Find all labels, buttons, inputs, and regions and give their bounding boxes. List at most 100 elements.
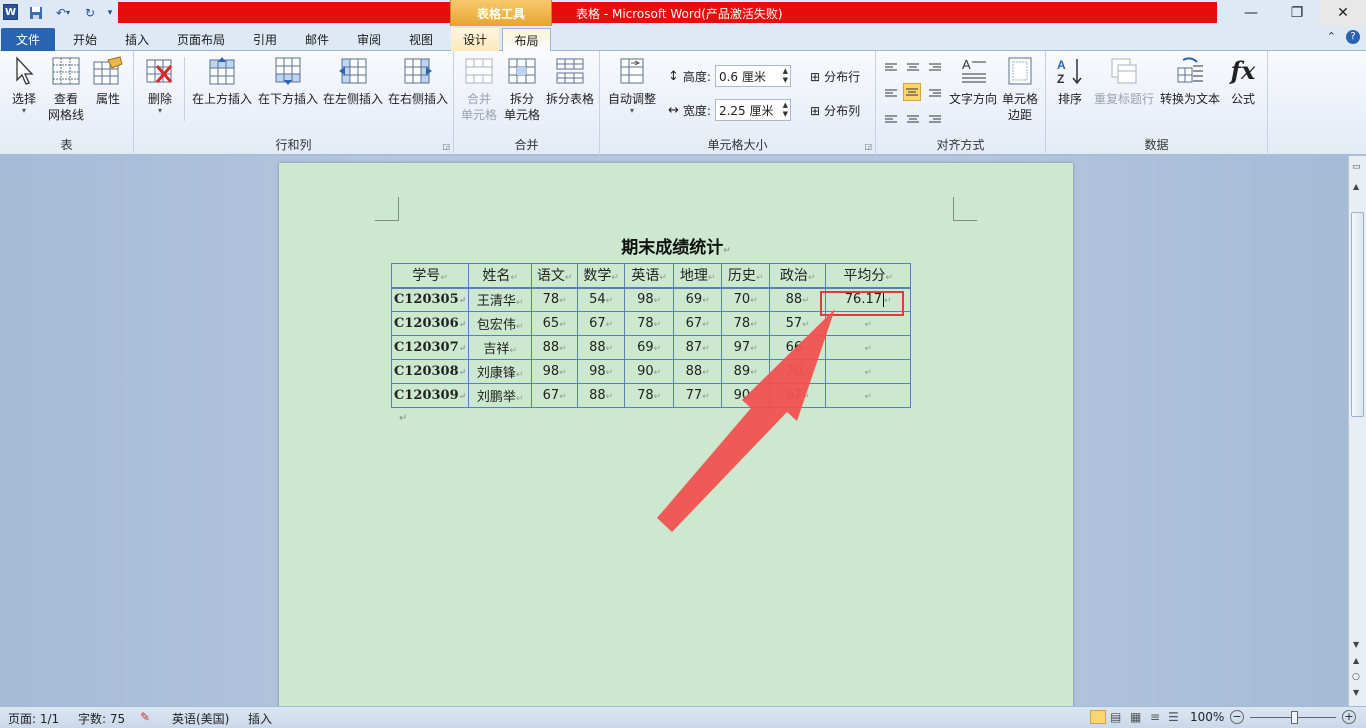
tab-view[interactable]: 视图	[398, 28, 444, 51]
table-cell[interactable]: 98↵	[531, 359, 579, 384]
scroll-thumb[interactable]	[1351, 212, 1364, 417]
table-header-cell[interactable]: 学号↵	[390, 263, 470, 289]
tab-review[interactable]: 审阅	[346, 28, 392, 51]
zoom-in-icon[interactable]: +	[1342, 710, 1356, 724]
table-header-cell[interactable]: 政治↵	[769, 263, 827, 289]
undo-icon[interactable]: ↶ ▾	[50, 3, 76, 22]
proofing-icon[interactable]: ✎	[140, 710, 150, 724]
table-cell[interactable]: 89↵	[721, 359, 771, 384]
tab-mailings[interactable]: 邮件	[294, 28, 340, 51]
table-cell[interactable]: 88↵	[531, 335, 579, 360]
table-cell[interactable]: 78↵	[624, 311, 675, 336]
table-header-cell[interactable]: 英语↵	[624, 263, 675, 289]
table-cell[interactable]: 98↵	[577, 359, 626, 384]
customize-quick-access-icon[interactable]: ▾	[104, 3, 116, 22]
align-middle-center-icon[interactable]	[903, 83, 921, 101]
table-cell[interactable]: 69↵	[624, 335, 675, 360]
align-top-left-icon[interactable]	[882, 59, 900, 77]
table-cell[interactable]: 98↵	[624, 287, 675, 312]
view-gridlines-button[interactable]: 查看 网格线	[46, 55, 86, 123]
table-cell[interactable]: 70↵	[769, 359, 827, 384]
document-title[interactable]: 期末成绩统计↵	[279, 233, 1073, 258]
tab-file[interactable]: 文件	[1, 28, 55, 51]
minimize-ribbon-icon[interactable]: ⌃	[1327, 30, 1336, 44]
outline-view-icon[interactable]: ≡	[1150, 710, 1160, 724]
table-header-cell[interactable]: 平均分↵	[825, 263, 912, 289]
document-page[interactable]: 期末成绩统计↵ 学号↵ 姓名↵ 语文↵ 数学↵ 英语↵ 地理↵ 历史↵ 政治↵ …	[279, 163, 1073, 723]
select-button[interactable]: 选择 ▾	[6, 55, 42, 115]
rows-columns-launcher-icon[interactable]: ◲	[442, 142, 450, 151]
table-header-cell[interactable]: 地理↵	[673, 263, 723, 289]
vertical-scrollbar[interactable]: ▭ ▲ ▼ ▲ ○ ▼	[1348, 156, 1366, 706]
formula-button[interactable]: fx 公式	[1224, 55, 1262, 107]
insert-above-button[interactable]: 在上方插入	[190, 55, 254, 107]
save-icon[interactable]	[26, 3, 46, 22]
table-cell[interactable]: C120305↵	[390, 287, 470, 312]
score-table[interactable]: 学号↵ 姓名↵ 语文↵ 数学↵ 英语↵ 地理↵ 历史↵ 政治↵ 平均分↵ C12…	[390, 263, 912, 408]
split-cells-button[interactable]: 拆分 单元格	[502, 55, 542, 123]
document-area[interactable]: 期末成绩统计↵ 学号↵ 姓名↵ 语文↵ 数学↵ 英语↵ 地理↵ 历史↵ 政治↵ …	[0, 156, 1348, 723]
delete-button[interactable]: 删除 ▾	[142, 55, 178, 115]
close-button[interactable]: ✕	[1320, 0, 1366, 26]
table-cell[interactable]: 57↵	[769, 311, 827, 336]
insert-right-button[interactable]: 在右侧插入	[386, 55, 450, 107]
autofit-button[interactable]: 自动调整 ▾	[604, 55, 660, 115]
tab-layout[interactable]: 布局	[502, 28, 551, 52]
scroll-down-icon[interactable]: ▼	[1353, 640, 1359, 649]
cell-size-launcher-icon[interactable]: ◲	[864, 142, 872, 151]
align-bottom-right-icon[interactable]	[926, 109, 944, 127]
table-header-cell[interactable]: 数学↵	[577, 263, 626, 289]
minimize-button[interactable]: —	[1228, 0, 1274, 26]
table-cell[interactable]: 包宏伟↵	[468, 311, 533, 336]
restore-button[interactable]: ❐	[1274, 0, 1320, 26]
zoom-slider-handle[interactable]	[1291, 711, 1298, 724]
tab-references[interactable]: 引用	[242, 28, 288, 51]
table-cell[interactable]: 65↵	[531, 311, 579, 336]
page-count[interactable]: 页面: 1/1	[8, 710, 59, 727]
insert-below-button[interactable]: 在下方插入	[256, 55, 320, 107]
sort-button[interactable]: AZ 排序	[1052, 55, 1088, 107]
scroll-up-icon[interactable]: ▲	[1353, 182, 1359, 191]
table-cell[interactable]: C120306↵	[390, 311, 470, 336]
print-layout-view-icon[interactable]	[1090, 710, 1106, 724]
table-cell[interactable]: ↵	[825, 359, 912, 384]
repeat-header-rows-button[interactable]: 重复标题行	[1092, 55, 1156, 107]
table-cell[interactable]: 88↵	[673, 359, 723, 384]
merge-cells-button[interactable]: 合并 单元格	[458, 55, 500, 123]
table-cell[interactable]: 吉祥↵	[468, 335, 533, 360]
table-header-cell[interactable]: 历史↵	[721, 263, 771, 289]
web-layout-view-icon[interactable]: ▦	[1130, 710, 1141, 724]
next-page-icon[interactable]: ▼	[1353, 688, 1359, 697]
ruler-toggle-icon[interactable]: ▭	[1352, 162, 1361, 172]
zoom-out-icon[interactable]: −	[1230, 710, 1244, 724]
insert-left-button[interactable]: 在左侧插入	[321, 55, 385, 107]
browse-object-icon[interactable]: ○	[1352, 672, 1360, 682]
column-width-input[interactable]: 2.25 厘米 ▲ ▼	[714, 99, 791, 121]
full-screen-view-icon[interactable]: ▤	[1110, 710, 1121, 724]
align-bottom-left-icon[interactable]	[882, 109, 900, 127]
table-cell[interactable]: 67↵	[769, 383, 827, 408]
table-cell[interactable]: 66↵	[769, 335, 827, 360]
table-cell[interactable]: ↵	[825, 335, 912, 360]
table-cell[interactable]: 88↵	[769, 287, 827, 312]
table-cell[interactable]: 70↵	[721, 287, 771, 312]
table-cell[interactable]: 刘鹏举↵	[468, 383, 533, 408]
distribute-rows-button[interactable]: ⊞ 分布行	[810, 68, 860, 85]
table-cell[interactable]: 67↵	[673, 311, 723, 336]
row-height-input[interactable]: 0.6 厘米 ▲ ▼	[714, 65, 791, 87]
table-cell[interactable]: 67↵	[577, 311, 626, 336]
convert-to-text-button[interactable]: 转换为文本	[1158, 55, 1222, 107]
table-cell[interactable]: 78↵	[624, 383, 675, 408]
table-cell[interactable]: 67↵	[531, 383, 579, 408]
table-cell[interactable]: ↵	[825, 383, 912, 408]
tab-page-layout[interactable]: 页面布局	[168, 28, 234, 51]
tab-insert[interactable]: 插入	[114, 28, 160, 51]
previous-page-icon[interactable]: ▲	[1353, 656, 1359, 665]
zoom-level[interactable]: 100%	[1190, 710, 1224, 724]
align-middle-right-icon[interactable]	[926, 84, 944, 102]
table-cell[interactable]: 78↵	[531, 287, 579, 312]
table-cell[interactable]: 69↵	[673, 287, 723, 312]
table-cell[interactable]: C120307↵	[390, 335, 470, 360]
align-bottom-center-icon[interactable]	[904, 109, 922, 127]
text-direction-button[interactable]: A 文字方向	[948, 55, 998, 107]
